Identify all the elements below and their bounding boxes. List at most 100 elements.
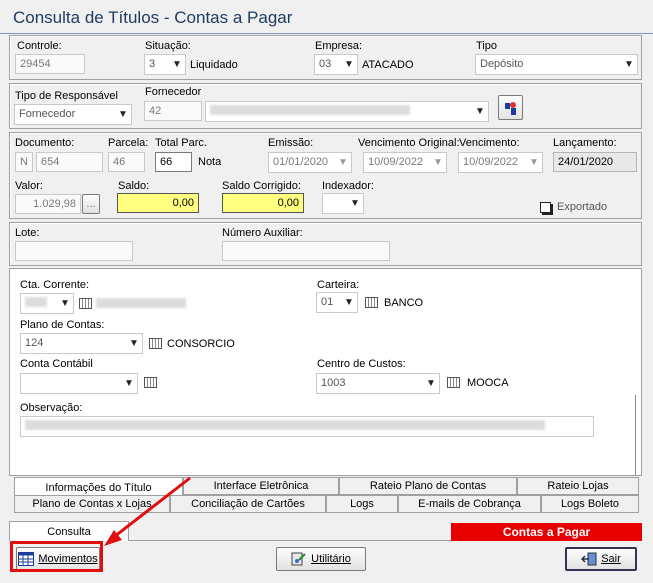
vencimento-date-picker[interactable]: 10/09/2022 ▼ xyxy=(458,152,543,173)
carteira-text: BANCO xyxy=(384,297,424,309)
calculator-icon[interactable] xyxy=(447,377,460,388)
chevron-down-icon: ▼ xyxy=(624,59,634,70)
total-parc-field[interactable]: 66 xyxy=(155,152,192,172)
venc-orig-date-picker[interactable]: 10/09/2022 ▼ xyxy=(363,152,447,173)
documento-label: Documento: xyxy=(15,137,75,149)
person-search-icon xyxy=(504,101,516,115)
contas-a-pagar-banner: Contas a Pagar xyxy=(451,523,642,541)
situacao-select[interactable]: 3 ▼ xyxy=(144,54,186,75)
chevron-down-icon: ▼ xyxy=(475,106,485,117)
tab-logs-boleto[interactable]: Logs Boleto xyxy=(541,495,639,513)
observacao-field[interactable] xyxy=(20,416,594,437)
tipo-select[interactable]: Depósito ▼ xyxy=(475,54,638,75)
calculator-icon[interactable] xyxy=(365,297,378,308)
tipo-label: Tipo xyxy=(476,40,497,52)
emissao-date-picker[interactable]: 01/01/2020 ▼ xyxy=(268,152,352,173)
valor-field[interactable]: 1.029,98 xyxy=(15,194,81,214)
fornecedor-select[interactable]: ▼ xyxy=(205,101,489,122)
indexador-select[interactable]: ▼ xyxy=(322,193,364,214)
tab-interface-eletronica[interactable]: Interface Eletrônica xyxy=(183,477,339,495)
chevron-down-icon: ▼ xyxy=(60,298,70,309)
chevron-down-icon: ▼ xyxy=(338,157,348,168)
venc-orig-label: Vencimento Original: xyxy=(358,137,460,149)
empresa-text: ATACADO xyxy=(362,59,414,71)
parcela-field[interactable]: 46 xyxy=(108,152,145,172)
vertical-scrollbar[interactable] xyxy=(635,395,636,475)
annotation-arrow-icon xyxy=(104,476,191,546)
controle-field[interactable]: 29454 xyxy=(15,54,85,74)
exit-door-icon xyxy=(581,552,597,566)
num-aux-label: Número Auxiliar: xyxy=(222,227,303,239)
cta-corrente-text xyxy=(96,298,186,308)
situacao-text: Liquidado xyxy=(190,59,238,71)
chevron-down-icon: ▼ xyxy=(172,59,182,70)
controle-label: Controle: xyxy=(17,40,62,52)
tab-logs[interactable]: Logs xyxy=(326,495,398,513)
vencimento-label: Vencimento: xyxy=(459,137,520,149)
saldo-corrigido-field[interactable]: 0,00 xyxy=(222,193,304,213)
empresa-label: Empresa: xyxy=(315,40,363,52)
fornecedor-label: Fornecedor xyxy=(145,86,202,98)
chevron-down-icon: ▼ xyxy=(529,157,539,168)
emissao-label: Emissão: xyxy=(268,137,314,149)
plano-contas-text: CONSORCIO xyxy=(167,338,235,350)
chevron-down-icon: ▼ xyxy=(350,198,360,209)
documento-field[interactable]: 654 xyxy=(36,152,103,172)
saldo-corrigido-label: Saldo Corrigido: xyxy=(222,180,301,192)
carteira-select[interactable]: 01 ▼ xyxy=(316,292,358,313)
utilitario-label: Utilitário xyxy=(311,553,351,565)
lote-label: Lote: xyxy=(15,227,40,239)
observacao-label: Observação: xyxy=(20,402,83,414)
situacao-label: Situação: xyxy=(145,40,191,52)
centro-custos-select[interactable]: 1003 ▼ xyxy=(316,373,440,394)
chevron-down-icon: ▼ xyxy=(129,338,139,349)
utilitario-button[interactable]: Utilitário xyxy=(276,547,366,571)
lote-field[interactable] xyxy=(15,241,133,261)
cta-corrente-label: Cta. Corrente: xyxy=(20,279,90,291)
empresa-select[interactable]: 03 ▼ xyxy=(314,54,358,75)
parcela-label: Parcela: xyxy=(108,137,149,149)
tipo-responsavel-select[interactable]: Fornecedor ▼ xyxy=(14,104,132,125)
valor-details-button[interactable]: ... xyxy=(82,194,100,214)
plano-contas-label: Plano de Contas: xyxy=(20,319,105,331)
tipo-responsavel-label: Tipo de Responsável xyxy=(15,90,118,102)
tab-emails-cobranca[interactable]: E-mails de Cobrança xyxy=(398,495,541,513)
title-divider xyxy=(0,33,653,34)
chevron-down-icon: ▼ xyxy=(118,109,128,120)
nota-label: Nota xyxy=(198,156,222,168)
carteira-label: Carteira: xyxy=(317,279,360,291)
plano-contas-select[interactable]: 124 ▼ xyxy=(20,333,143,354)
window-title: Consulta de Títulos - Contas a Pagar xyxy=(13,8,293,27)
chevron-down-icon: ▼ xyxy=(344,59,354,70)
lancamento-label: Lançamento: xyxy=(553,137,617,149)
fornecedor-lookup-button[interactable] xyxy=(498,95,523,120)
total-parc-label: Total Parc. xyxy=(155,137,207,149)
chevron-down-icon: ▼ xyxy=(433,157,443,168)
fornecedor-code-field[interactable]: 42 xyxy=(144,101,202,121)
chevron-down-icon: ▼ xyxy=(344,297,354,308)
tab-rateio-plano-contas[interactable]: Rateio Plano de Contas xyxy=(339,477,517,495)
cta-corrente-select[interactable]: ▼ xyxy=(20,293,74,314)
annotation-highlight-box xyxy=(10,541,103,572)
doc-prefix-field[interactable]: N xyxy=(15,152,33,172)
conta-contabil-label: Conta Contábil xyxy=(20,358,93,370)
indexador-label: Indexador: xyxy=(322,180,374,192)
sair-label: Sair xyxy=(601,553,621,565)
conta-contabil-select[interactable]: ▼ xyxy=(20,373,138,394)
num-aux-field[interactable] xyxy=(222,241,390,261)
checkbox-box[interactable] xyxy=(540,201,551,213)
utility-tool-icon xyxy=(291,552,306,566)
sair-button[interactable]: Sair xyxy=(565,547,637,571)
chevron-down-icon: ▼ xyxy=(426,378,436,389)
calculator-icon[interactable] xyxy=(79,298,92,309)
lancamento-field[interactable]: 24/01/2020 xyxy=(553,152,637,172)
valor-label: Valor: xyxy=(15,180,43,192)
centro-custos-text: MOOCA xyxy=(467,377,509,389)
exportado-checkbox[interactable]: Exportado xyxy=(540,201,607,213)
calculator-icon[interactable] xyxy=(149,338,162,349)
saldo-field[interactable]: 0,00 xyxy=(117,193,199,213)
calculator-icon[interactable] xyxy=(144,377,157,388)
tab-rateio-lojas[interactable]: Rateio Lojas xyxy=(517,477,639,495)
exportado-label: Exportado xyxy=(557,201,608,213)
chevron-down-icon: ▼ xyxy=(124,378,134,389)
